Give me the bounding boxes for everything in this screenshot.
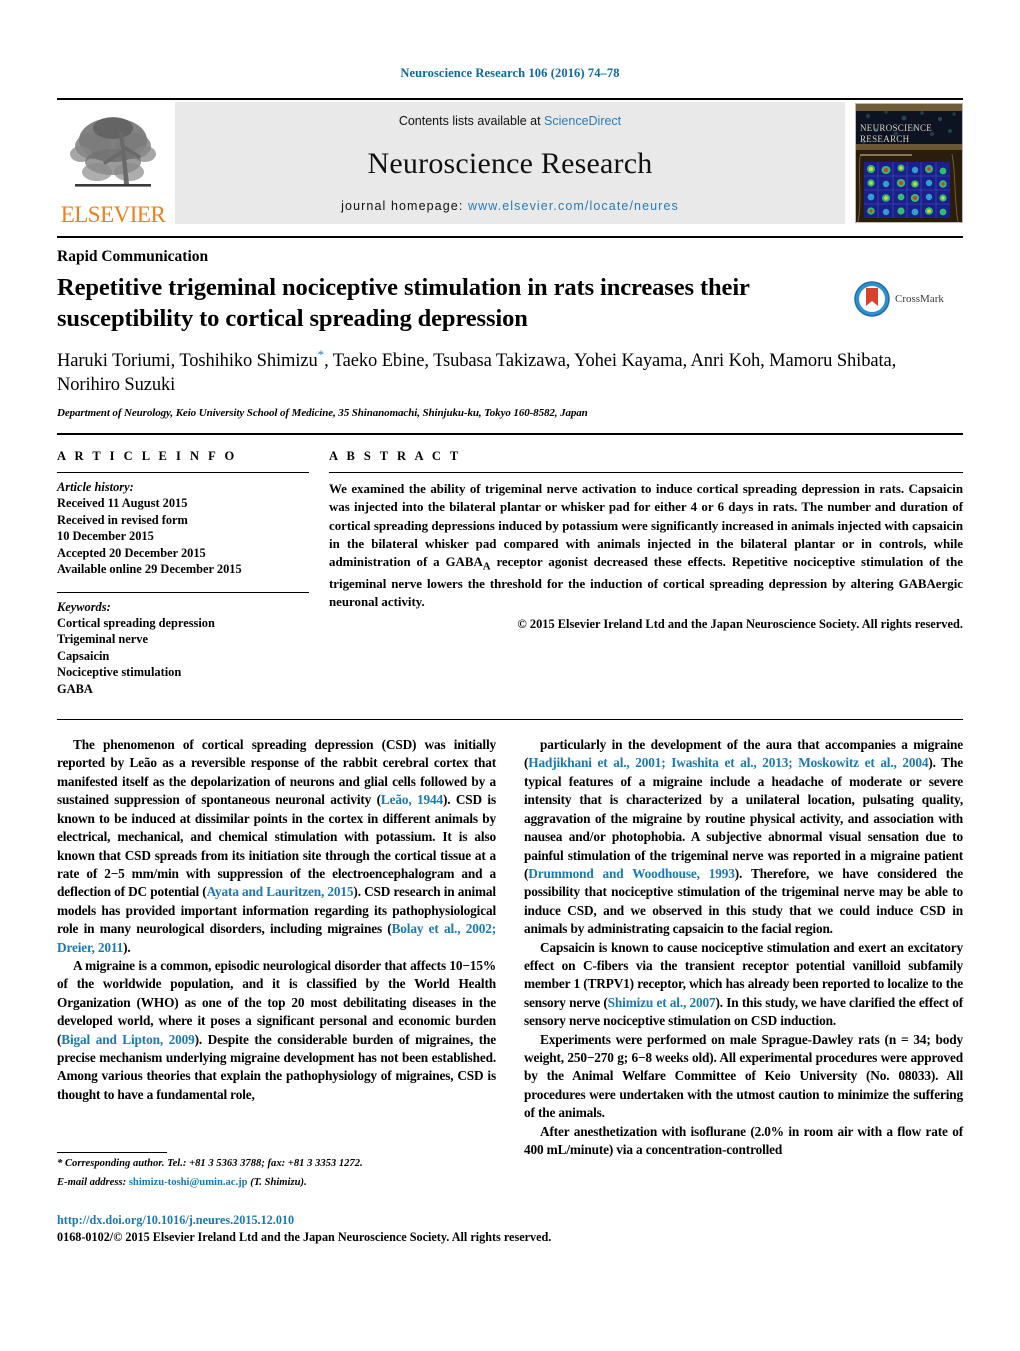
body-paragraph: Experiments were performed on male Sprag… [524,1031,963,1123]
abstract-heading: A B S T R A C T [329,449,462,464]
keyword-item: Capsaicin [57,648,110,663]
body-text: After anesthetization with isoflurane (2… [524,1123,963,1157]
history-line: Accepted 20 December 2015 [57,545,206,560]
body-paragraph: Capsaicin is known to cause nociceptive … [524,939,963,1031]
corresponding-text: Corresponding author. Tel.: +81 3 5363 3… [64,1158,363,1169]
crossmark-label: CrossMark [895,293,944,305]
journal-masthead: ELSEVIER Contents lists available at Sci… [57,98,963,226]
article-info-column: A R T I C L E I N F O Article history: R… [57,449,329,697]
article-info-heading: A R T I C L E I N F O [57,449,238,464]
doi-link[interactable]: http://dx.doi.org/10.1016/j.neures.2015.… [57,1213,294,1228]
journal-homepage-link[interactable]: www.elsevier.com/locate/neures [468,199,679,213]
citation-link[interactable]: Drummond and Woodhouse, 1993 [528,866,735,881]
sciencedirect-link[interactable]: ScienceDirect [544,114,621,128]
issn-copyright-line: 0168-0102/© 2015 Elsevier Ireland Ltd an… [57,1230,552,1244]
body-paragraph: A migraine is a common, episodic neurolo… [57,957,496,1104]
body-text: Experiments were performed on male Sprag… [524,1031,963,1121]
journal-title: Neuroscience Research [367,146,653,180]
elsevier-tree-icon [70,117,156,187]
body-column-left: The phenomenon of cortical spreading dep… [57,736,496,1159]
abstract-rule [329,472,963,474]
body-column-right: particularly in the development of the a… [524,736,963,1159]
elsevier-logo: ELSEVIER [57,100,169,226]
keyword-item: GABA [57,681,93,696]
svg-text:NEUROSCIENCE: NEUROSCIENCE [860,123,932,133]
history-line: Available online 29 December 2015 [57,562,242,577]
gaba-subscript: A [482,560,491,573]
footnote-rule [57,1152,167,1153]
keywords-rule [57,591,309,593]
keywords-block: Keywords: Cortical spreading depression … [57,591,309,698]
keyword-item: Nociceptive stimulation [57,665,182,680]
corresponding-author-note: * Corresponding author. Tel.: +81 3 5363… [57,1157,487,1172]
title-row: Repetitive trigeminal nociceptive stimul… [57,266,963,335]
history-line: Received in revised form [57,512,188,527]
authors-part-1: Haruki Toriumi, Toshihiko Shimizu [57,350,318,371]
email-note: E-mail address: shimizu-toshi@umin.ac.jp… [57,1176,487,1191]
citation-link[interactable]: Bigal and Lipton, 2009 [61,1032,194,1047]
history-line: 10 December 2015 [57,529,154,544]
email-link[interactable]: shimizu-toshi@umin.ac.jp [129,1177,248,1188]
title-divider [57,236,963,238]
info-divider [57,433,963,436]
crossmark-badge[interactable]: CrossMark [853,266,963,318]
homepage-prefix: journal homepage: [341,199,468,213]
corresponding-marker: * [57,1158,63,1169]
running-head: Neuroscience Research 106 (2016) 74–78 [400,66,620,80]
citation-link[interactable]: Leão, 1944 [381,792,443,807]
crossmark-icon [854,281,890,317]
keywords-list: Cortical spreading depression Trigeminal… [57,615,309,698]
elsevier-wordmark: ELSEVIER [60,202,166,227]
contents-prefix: Contents lists available at [398,114,545,128]
author-affiliation: Department of Neurology, Keio University… [57,407,588,420]
svg-text:RESEARCH: RESEARCH [860,134,910,144]
keyword-item: Trigeminal nerve [57,632,148,647]
body-paragraph: After anesthetization with isoflurane (2… [524,1123,963,1160]
author-list: Haruki Toriumi, Toshihiko Shimizu*, Taek… [57,346,963,398]
journal-article-page: Neuroscience Research 106 (2016) 74–78 E… [0,0,1020,1351]
footnote-area: * Corresponding author. Tel.: +81 3 5363… [57,1152,487,1190]
body-text: ). [123,939,131,955]
article-info-rule [57,472,309,474]
article-history-label: Article history: [57,480,134,495]
abstract-text: We examined the ability of trigeminal ne… [329,480,963,612]
body-columns: The phenomenon of cortical spreading dep… [57,736,963,1159]
abstract-column: A B S T R A C T We examined the ability … [329,449,963,697]
history-line: Received 11 August 2015 [57,496,188,511]
journal-cover-image: NEUROSCIENCE RESEARCH [856,104,962,222]
keyword-item: Cortical spreading depression [57,615,215,630]
masthead-center: Contents lists available at ScienceDirec… [175,102,845,224]
abstract-copyright: © 2015 Elsevier Ireland Ltd and the Japa… [517,616,963,631]
citation-link[interactable]: Hadjikhani et al., 2001; Iwashita et al.… [528,755,928,770]
email-suffix: (T. Shimizu). [250,1176,307,1188]
body-paragraph: The phenomenon of cortical spreading dep… [57,736,496,957]
article-category: Rapid Communication [57,248,209,265]
contents-available-line: Contents lists available at ScienceDirec… [399,114,621,128]
citation-link[interactable]: Ayata and Lauritzen, 2015 [207,884,354,899]
citation-link[interactable]: Shimizu et al., 2007 [608,995,716,1010]
body-text: ). The typical features of a migraine in… [524,755,964,881]
info-abstract-wrap: A R T I C L E I N F O Article history: R… [57,449,963,697]
journal-homepage-line: journal homepage: www.elsevier.com/locat… [341,199,679,213]
keywords-label: Keywords: [57,599,111,614]
journal-cover-thumbnail: NEUROSCIENCE RESEARCH [855,103,963,223]
email-label: E-mail address: [57,1176,127,1188]
page-title: Repetitive trigeminal nociceptive stimul… [57,274,750,332]
article-history-list: Received 11 August 2015 Received in revi… [57,495,309,578]
body-divider [57,719,963,721]
body-paragraph: particularly in the development of the a… [524,736,963,938]
